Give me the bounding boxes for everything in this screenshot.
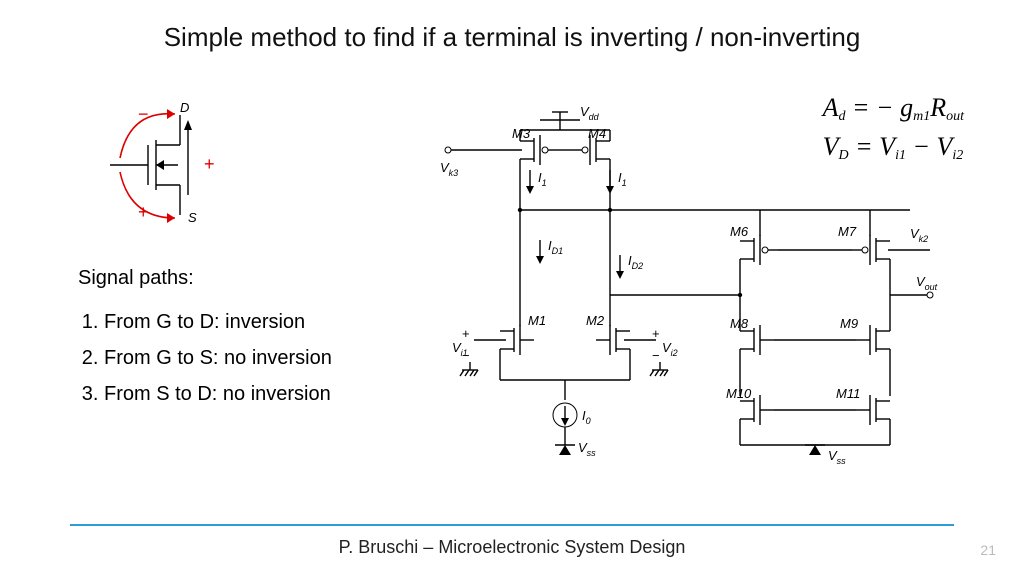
svg-text:Vk2: Vk2 xyxy=(910,226,928,244)
svg-text:M2: M2 xyxy=(586,313,605,328)
signal-paths-list: From G to D: inversion From G to S: no i… xyxy=(82,304,332,412)
svg-text:Vss: Vss xyxy=(828,448,846,466)
footer-author: P. Bruschi – Microelectronic System Desi… xyxy=(0,537,1024,558)
svg-text:M9: M9 xyxy=(840,316,858,331)
svg-text:I1: I1 xyxy=(538,170,547,188)
mosfet-icon: D G S − + + xyxy=(110,100,250,230)
svg-text:M4: M4 xyxy=(588,126,606,141)
plus-icon-right: + xyxy=(204,154,215,174)
svg-text:M7: M7 xyxy=(838,224,857,239)
divider xyxy=(70,524,954,526)
svg-text:M11: M11 xyxy=(836,386,860,401)
schematic: Vdd M3 M4 Vk3 I1 I1 ID1 ID2 xyxy=(430,100,950,510)
slide: Simple method to find if a terminal is i… xyxy=(0,0,1024,576)
svg-text:ID2: ID2 xyxy=(628,253,643,271)
svg-text:Vi1: Vi1 xyxy=(452,340,468,358)
svg-text:ID1: ID1 xyxy=(548,238,563,256)
svg-text:+: + xyxy=(652,326,660,341)
svg-text:Vi2: Vi2 xyxy=(662,340,678,358)
svg-text:Vout: Vout xyxy=(916,274,938,292)
plus-icon-bottom: + xyxy=(138,202,149,222)
svg-text:Vk3: Vk3 xyxy=(440,160,458,178)
svg-text:−: − xyxy=(652,348,660,363)
signal-paths-heading: Signal paths: xyxy=(78,260,332,296)
node-s-label: S xyxy=(188,210,197,225)
page-number: 21 xyxy=(980,542,996,558)
schematic-icon: Vdd M3 M4 Vk3 I1 I1 ID1 ID2 xyxy=(430,100,950,510)
svg-text:M1: M1 xyxy=(528,313,546,328)
list-item: From G to S: no inversion xyxy=(104,340,332,376)
svg-text:I0: I0 xyxy=(582,408,591,426)
slide-title: Simple method to find if a terminal is i… xyxy=(0,22,1024,53)
signal-paths-block: Signal paths: From G to D: inversion Fro… xyxy=(78,260,332,412)
node-d-label: D xyxy=(180,100,189,115)
svg-text:I1: I1 xyxy=(618,170,627,188)
svg-text:M6: M6 xyxy=(730,224,749,239)
svg-text:M3: M3 xyxy=(512,126,531,141)
list-item: From S to D: no inversion xyxy=(104,376,332,412)
minus-icon: − xyxy=(138,104,149,124)
svg-text:Vss: Vss xyxy=(578,440,596,458)
svg-text:Vdd: Vdd xyxy=(580,104,600,122)
svg-text:M10: M10 xyxy=(726,386,752,401)
svg-text:+: + xyxy=(462,326,470,341)
list-item: From G to D: inversion xyxy=(104,304,332,340)
mosfet-sketch: D G S − + + xyxy=(110,100,250,230)
